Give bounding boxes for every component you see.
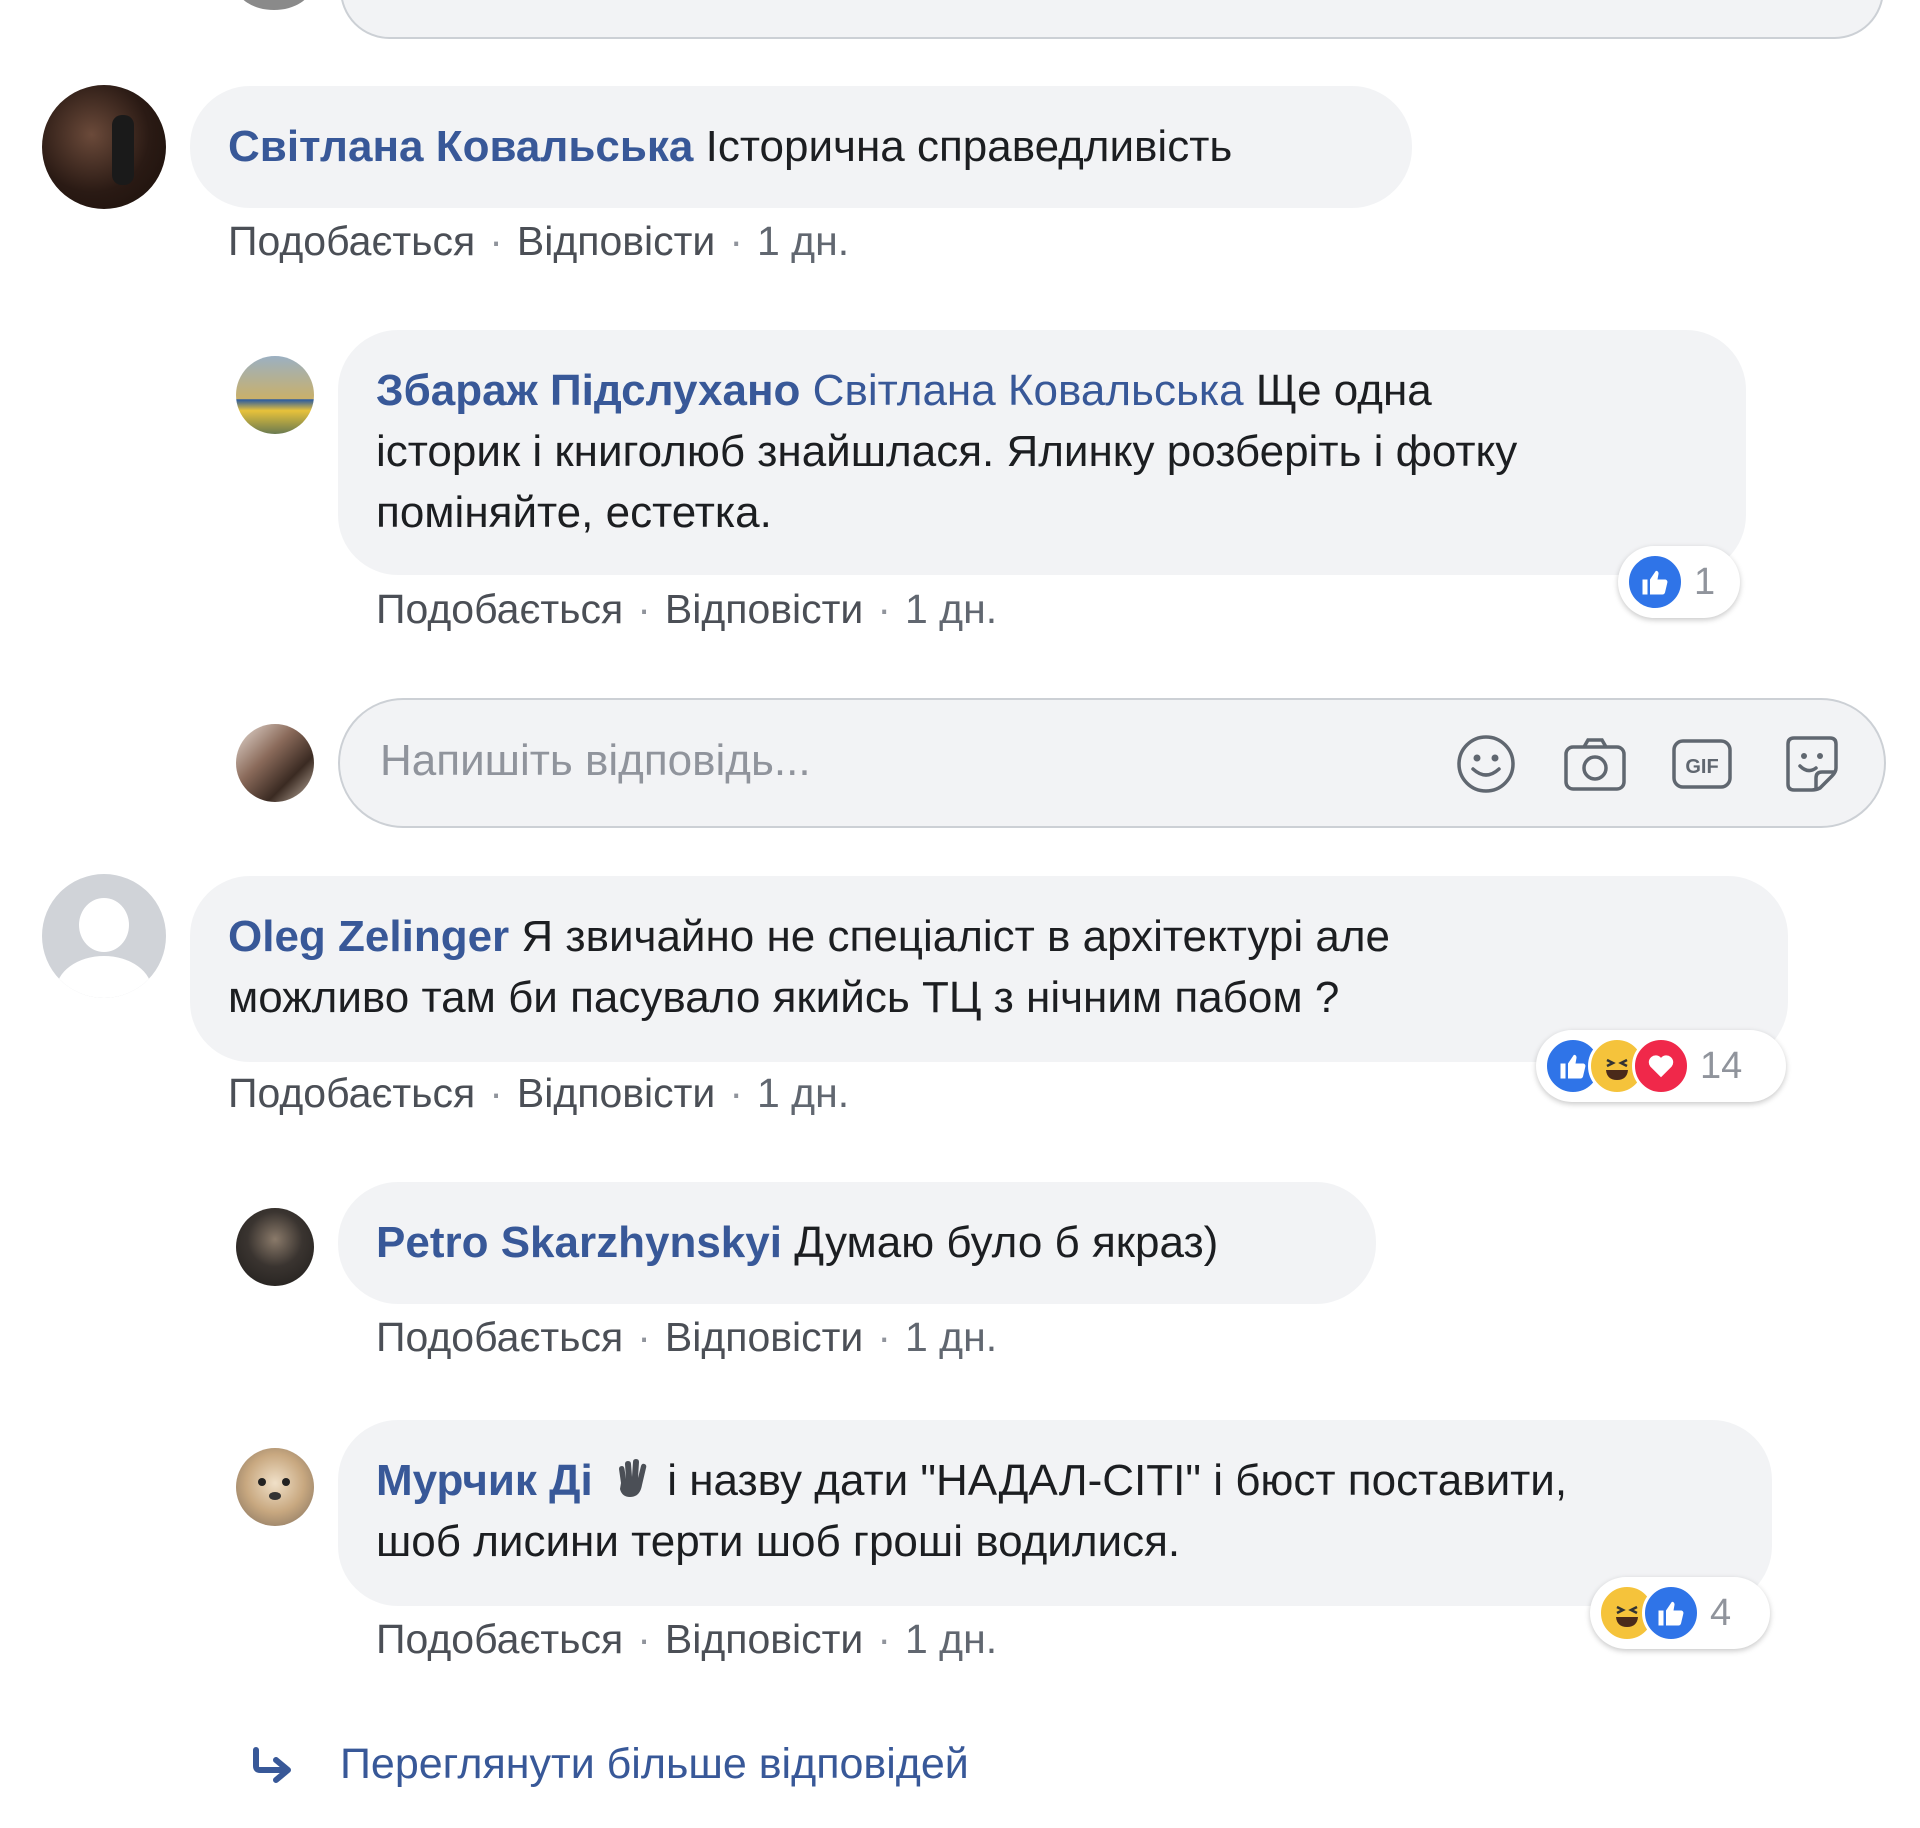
separator: ·	[877, 1616, 891, 1662]
timestamp[interactable]: 1 дн.	[757, 218, 849, 264]
separator: ·	[877, 1314, 891, 1360]
reply-link[interactable]: Відповісти	[665, 586, 863, 632]
reply-bubble: Мурчик Ді і назву дати "НАДАЛ-СІТІ" і бю…	[338, 1420, 1772, 1606]
reaction-count: 14	[1700, 1044, 1743, 1087]
comment-text: Історична справедливість	[705, 122, 1233, 171]
like-link[interactable]: Подобається	[228, 1070, 475, 1116]
separator: ·	[729, 1070, 743, 1116]
avatar-murchyk[interactable]	[236, 1448, 314, 1526]
reply-link[interactable]: Відповісти	[517, 218, 715, 264]
comment-author[interactable]: Збараж Підслухано	[376, 366, 800, 415]
reply-link[interactable]: Відповісти	[517, 1070, 715, 1116]
separator: ·	[489, 1070, 503, 1116]
like-reaction-icon	[1626, 553, 1684, 611]
like-link[interactable]: Подобається	[376, 1616, 623, 1662]
comment-author[interactable]: Мурчик Ді	[376, 1456, 593, 1505]
camera-icon[interactable]	[1562, 735, 1628, 793]
comment-author[interactable]: Petro Skarzhynskyi	[376, 1218, 782, 1267]
reply-actions: Подобається · Відповісти · 1 дн.	[376, 1616, 997, 1663]
reply-bubble: Petro Skarzhynskyi Думаю було б якраз)	[338, 1182, 1376, 1304]
comment-text-line: Я звичайно не спеціаліст в архітектурі а…	[509, 912, 1390, 961]
separator: ·	[637, 1314, 651, 1360]
comment-text-line: поміняйте, естетка.	[376, 488, 772, 537]
separator: ·	[637, 1616, 651, 1662]
comment-author[interactable]: Світлана Ковальська	[228, 122, 693, 171]
comment-bubble: Світлана Ковальська Історична справедлив…	[190, 86, 1412, 208]
like-reaction-icon	[1642, 1584, 1700, 1642]
reply-link[interactable]: Відповісти	[665, 1314, 863, 1360]
avatar	[236, 0, 312, 10]
comment-text: Думаю було б якраз)	[781, 1218, 1219, 1267]
timestamp[interactable]: 1 дн.	[905, 1314, 997, 1360]
reply-bubble: Збараж Підслухано Світлана Ковальська Ще…	[338, 330, 1746, 575]
avatar-oleg[interactable]	[42, 874, 166, 998]
love-reaction-icon	[1632, 1037, 1690, 1095]
reaction-summary[interactable]: 4	[1590, 1577, 1770, 1649]
previous-reply-input[interactable]	[340, 0, 1884, 39]
separator: ·	[877, 586, 891, 632]
timestamp[interactable]: 1 дн.	[905, 586, 997, 632]
reply-link[interactable]: Відповісти	[665, 1616, 863, 1662]
comment-text-line: Ще одна	[1243, 366, 1432, 415]
reply-input-placeholder: Напишіть відповідь...	[380, 736, 811, 785]
hand-wave-icon	[618, 1459, 647, 1497]
like-link[interactable]: Подобається	[376, 1314, 623, 1360]
view-more-replies-link[interactable]: Переглянути більше відповідей	[340, 1740, 969, 1789]
comment-actions: Подобається · Відповісти · 1 дн.	[228, 1070, 849, 1117]
timestamp[interactable]: 1 дн.	[905, 1616, 997, 1662]
emoji-icon[interactable]	[1455, 733, 1517, 795]
reply-arrow-icon	[253, 1747, 291, 1783]
reaction-count: 4	[1710, 1591, 1732, 1634]
svg-text:GIF: GIF	[1685, 756, 1718, 778]
reply-actions: Подобається · Відповісти · 1 дн.	[376, 586, 997, 633]
comment-author[interactable]: Oleg Zelinger	[228, 912, 509, 961]
reply-actions: Подобається · Відповісти · 1 дн.	[376, 1314, 997, 1361]
like-link[interactable]: Подобається	[228, 218, 475, 264]
comment-actions: Подобається · Відповісти · 1 дн.	[228, 218, 849, 265]
current-user-avatar	[236, 724, 314, 802]
sticker-icon[interactable]	[1780, 732, 1844, 796]
comment-text-line: історик і книголюб знайшлася. Ялинку роз…	[376, 427, 1518, 476]
comment-text-line: шоб лисини терти шоб гроші водилися.	[376, 1517, 1181, 1566]
reaction-summary[interactable]: 14	[1536, 1030, 1786, 1102]
separator: ·	[729, 218, 743, 264]
reaction-summary[interactable]: 1	[1618, 546, 1740, 618]
mention-link[interactable]: Світлана Ковальська	[813, 366, 1244, 415]
avatar-svitlana[interactable]	[42, 85, 166, 209]
avatar-petro[interactable]	[236, 1208, 314, 1286]
separator: ·	[489, 218, 503, 264]
comment-bubble: Oleg Zelinger Я звичайно не спеціаліст в…	[190, 876, 1788, 1062]
separator: ·	[637, 586, 651, 632]
timestamp[interactable]: 1 дн.	[757, 1070, 849, 1116]
gif-icon[interactable]: GIF	[1670, 735, 1734, 793]
like-link[interactable]: Подобається	[376, 586, 623, 632]
avatar-zbarazh[interactable]	[236, 356, 314, 434]
comment-text-line: і назву дати "НАДАЛ-СІТІ" і бюст постави…	[654, 1456, 1568, 1505]
comment-text-line: можливо там би пасувало якийсь ТЦ з нічн…	[228, 973, 1340, 1022]
reaction-count: 1	[1694, 560, 1716, 603]
